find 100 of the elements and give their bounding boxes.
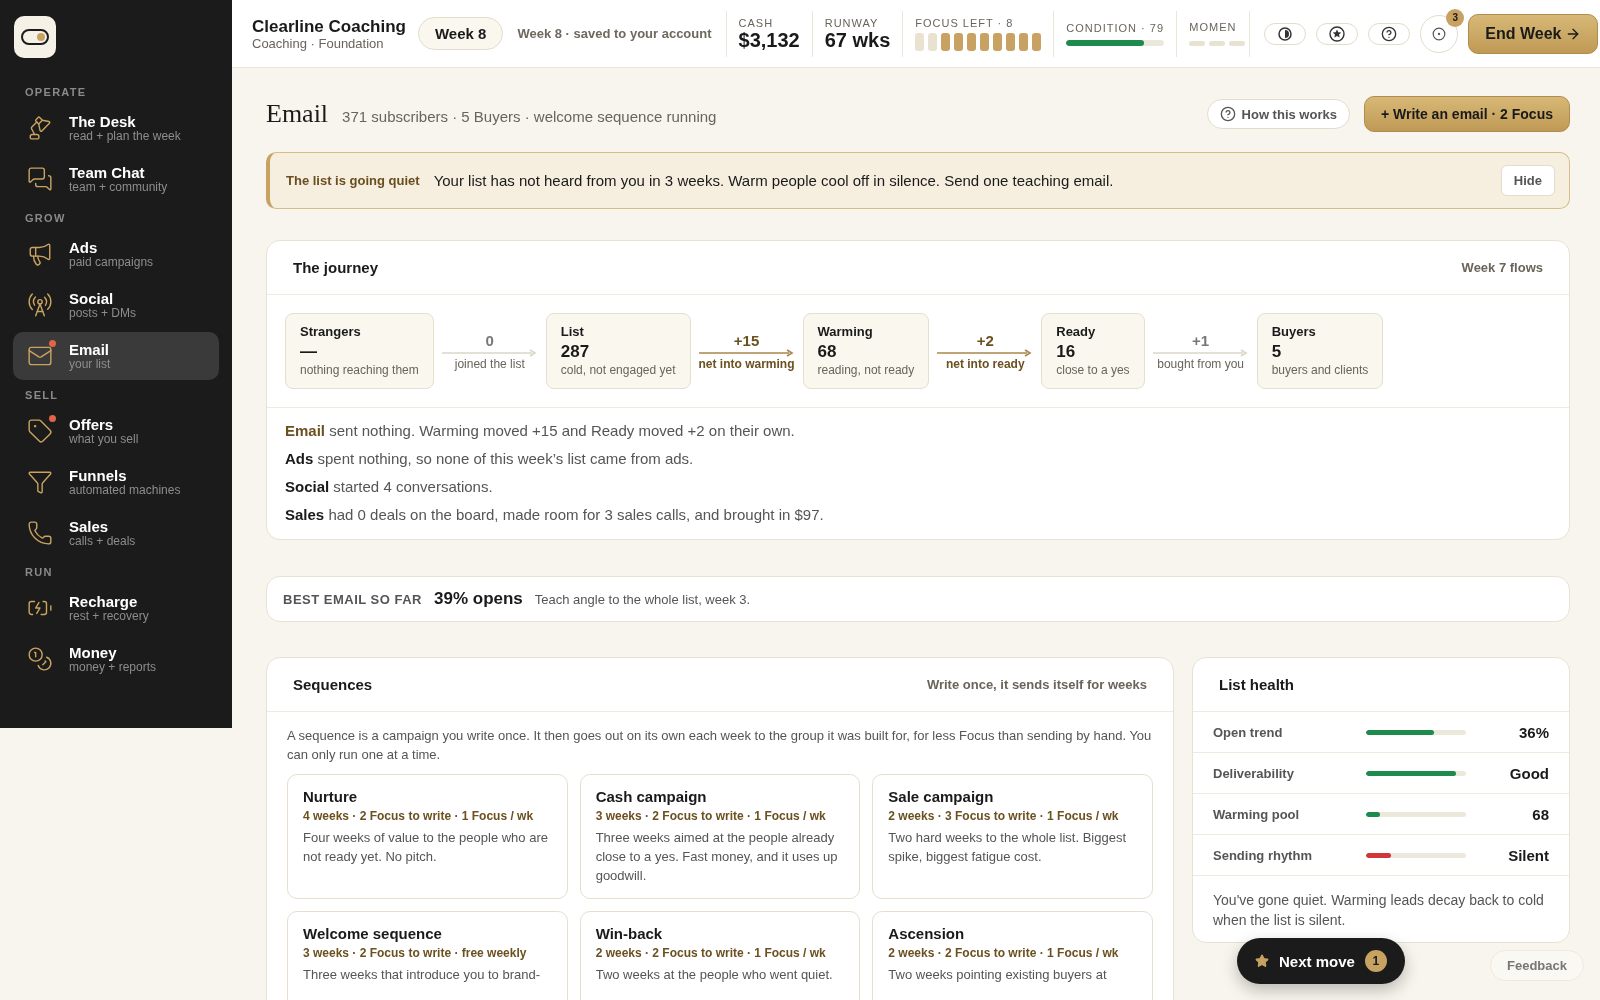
sidebar-item[interactable]: Money money + reports bbox=[13, 635, 219, 683]
journey-line: Sales had 0 deals on the board, made room for 3 sales calls, and brought in $97. bbox=[285, 506, 825, 523]
health-label: Sending rhythm bbox=[1213, 847, 1313, 863]
stage-caption: nothing reaching them bbox=[300, 363, 419, 377]
hide-button[interactable]: Hide bbox=[1500, 165, 1555, 196]
stage-name: Ready bbox=[1056, 324, 1097, 339]
funnel-icon bbox=[27, 469, 53, 495]
business-name: Clearline Coaching bbox=[252, 16, 406, 36]
sequence-card[interactable]: Nurture 4 weeks · 2 Focus to write · 1 Focus / wk Four weeks of value to the people who are not ready yet. No pitch. bbox=[287, 774, 568, 899]
tool-button[interactable] bbox=[1316, 22, 1359, 45]
item-label: Offers bbox=[69, 416, 115, 433]
stage-caption: buyers and clients bbox=[1271, 363, 1369, 377]
end-week-button[interactable]: End Week bbox=[1468, 13, 1599, 54]
section-title: SELL bbox=[24, 389, 60, 401]
half-circle-icon bbox=[1278, 26, 1293, 41]
sidebar-item[interactable]: Team Chat team + community bbox=[13, 155, 219, 203]
sidebar-item[interactable]: Funnels automated machines bbox=[13, 458, 219, 506]
record-icon bbox=[1432, 26, 1447, 41]
business-subtitle: Coaching · Foundation bbox=[252, 35, 385, 51]
item-subtitle: calls + deals bbox=[69, 534, 136, 548]
sequences-intro: A sequence is a campaign you write once. It then goes out on its own each week to the group it was built for, for less Focus than sending by hand. You can only run one at a time. bbox=[286, 727, 1153, 764]
star-icon bbox=[1255, 954, 1269, 968]
item-subtitle: what you sell bbox=[69, 432, 139, 446]
megaphone-icon bbox=[27, 241, 53, 267]
banner-text: Your list has not heard from you in 3 weeks. Warm people cool off in silence. Send one teaching email. bbox=[433, 172, 1114, 189]
sidebar-item[interactable]: Sales calls + deals bbox=[13, 509, 219, 557]
sequence-card[interactable]: Win-back 2 weeks · 2 Focus to write · 1 Focus / wk Two weeks at the people who went quiet. bbox=[579, 911, 861, 1000]
sequence-meta: 2 weeks · 2 Focus to write · 1 Focus / wk bbox=[888, 946, 1120, 960]
sequence-name: Sale campaign bbox=[888, 788, 995, 805]
stage-value: 5 bbox=[1271, 342, 1283, 362]
tool-button[interactable] bbox=[1264, 22, 1307, 45]
sequence-card[interactable]: Cash campaign 3 weeks · 2 Focus to write · 1 Focus / wk Three weeks aimed at the people already close to a yes. Fast money, and it uses up goodwill. bbox=[579, 774, 861, 899]
item-subtitle: posts + DMs bbox=[69, 306, 137, 320]
stage-value: 16 bbox=[1056, 342, 1077, 362]
card-title: The journey bbox=[293, 259, 378, 276]
stat-value: 67 wks bbox=[824, 28, 891, 51]
next-move-button[interactable]: Next move 1 bbox=[1237, 938, 1405, 984]
sequence-description: Four weeks of value to the people who are not ready yet. No pitch. bbox=[303, 829, 549, 866]
count-badge: 1 bbox=[1364, 950, 1387, 972]
momentum-pip bbox=[1209, 41, 1226, 46]
banner-title: The list is going quiet bbox=[286, 173, 420, 188]
sidebar-item[interactable]: Ads paid campaigns bbox=[13, 230, 219, 278]
write-email-button[interactable]: + Write an email · 2 Focus bbox=[1363, 96, 1570, 132]
sidebar-item[interactable]: Social posts + DMs bbox=[13, 281, 219, 329]
card-note: Week 7 flows bbox=[1461, 260, 1543, 275]
sequence-meta: 2 weeks · 3 Focus to write · 1 Focus / wk bbox=[888, 809, 1120, 823]
help-icon bbox=[1381, 25, 1398, 42]
flow-value: 0 bbox=[485, 331, 494, 349]
card-title: List health bbox=[1219, 676, 1294, 693]
item-label: Email bbox=[69, 341, 111, 358]
item-label: The Desk bbox=[69, 113, 137, 130]
item-subtitle: your list bbox=[69, 357, 111, 371]
sequence-name: Win-back bbox=[595, 925, 664, 942]
item-label: Money bbox=[69, 644, 118, 661]
stage-caption: reading, not ready bbox=[817, 363, 915, 377]
sidebar-item[interactable]: Recharge rest + recovery bbox=[13, 584, 219, 632]
stage-caption: cold, not engaged yet bbox=[560, 363, 676, 377]
flow-caption: net into ready bbox=[945, 356, 1025, 371]
tag-icon bbox=[27, 418, 53, 444]
section-title: GROW bbox=[24, 212, 67, 224]
sequence-card[interactable]: Sale campaign 2 weeks · 3 Focus to write · 1 Focus / wk Two hard weeks to the whole list. Biggest spike, biggest fatigue cost. bbox=[872, 774, 1153, 899]
week-pill: Week 8 bbox=[418, 17, 504, 50]
stage-name: Buyers bbox=[1271, 324, 1317, 339]
sidebar-item[interactable]: Offers what you sell bbox=[13, 407, 219, 455]
sequence-card[interactable]: Welcome sequence 3 weeks · 2 Focus to write · free weekly Three weeks that introduce you to brand- bbox=[287, 911, 568, 1000]
help-icon bbox=[1219, 106, 1236, 122]
sequence-meta: 4 weeks · 2 Focus to write · 1 Focus / wk bbox=[303, 809, 535, 823]
item-label: Ads bbox=[69, 239, 99, 256]
item-label: Team Chat bbox=[69, 164, 146, 181]
stat-label: RUNWAY bbox=[824, 16, 880, 29]
stat-label: CONDITION · 79 bbox=[1066, 21, 1165, 34]
count-badge: 3 bbox=[1446, 8, 1465, 27]
stage-value: 68 bbox=[817, 342, 838, 362]
flow-caption: net into warming bbox=[698, 356, 795, 371]
health-value: 36% bbox=[1518, 723, 1549, 741]
tool-button[interactable] bbox=[1368, 22, 1411, 45]
sequence-description: Two hard weeks to the whole list. Biggest spike, biggest fatigue cost. bbox=[888, 829, 1128, 866]
sequence-meta: 2 weeks · 2 Focus to write · 1 Focus / wk bbox=[595, 946, 827, 960]
sidebar-item[interactable]: The Desk read + plan the week bbox=[13, 104, 219, 152]
app-logo bbox=[14, 16, 56, 58]
item-subtitle: paid campaigns bbox=[69, 255, 154, 269]
sequence-card[interactable]: Ascension 2 weeks · 2 Focus to write · 1 Focus / wk Two weeks pointing existing buyers at bbox=[872, 911, 1153, 1000]
feedback-button[interactable]: Feedback bbox=[1490, 950, 1584, 981]
best-email-label: BEST EMAIL SO FAR bbox=[283, 591, 422, 607]
sequence-name: Welcome sequence bbox=[303, 925, 443, 942]
sidebar-item[interactable]: Email your list bbox=[13, 332, 219, 380]
item-subtitle: automated machines bbox=[69, 483, 181, 497]
health-value: Silent bbox=[1508, 846, 1549, 864]
flow-caption: joined the list bbox=[454, 356, 525, 371]
help-button[interactable]: How this works bbox=[1206, 99, 1350, 129]
momentum-pip bbox=[1229, 41, 1246, 46]
stage-value: — bbox=[300, 342, 318, 362]
stat-label: FOCUS LEFT · 8 bbox=[915, 16, 1015, 29]
journey-line: Ads spent nothing, so none of this week’s list came from ads. bbox=[285, 450, 695, 467]
page-title: Email bbox=[266, 99, 329, 129]
sequence-description: Three weeks aimed at the people already close to a yes. Fast money, and it uses up goodwill. bbox=[595, 829, 839, 885]
notifications-button[interactable] bbox=[1420, 14, 1459, 53]
coins-icon bbox=[27, 646, 53, 672]
journey-line: Social started 4 conversations. bbox=[285, 478, 494, 495]
item-label: Funnels bbox=[69, 467, 128, 484]
